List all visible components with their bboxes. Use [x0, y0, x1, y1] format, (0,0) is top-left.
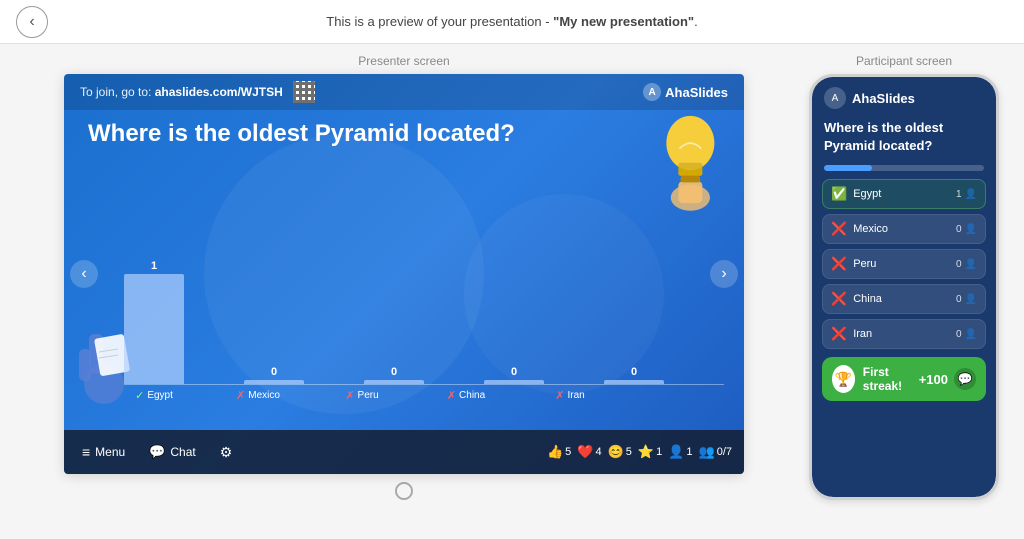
presentation-name: "My new presentation" — [553, 14, 694, 29]
bar-mexico: 0 — [244, 366, 304, 384]
wrong-icon-peru: ❌ — [831, 256, 847, 272]
phone-question: Where is the oldest Pyramid located? — [812, 115, 996, 165]
phone-logo-icon: A — [824, 87, 846, 109]
slide-controls: ≡ Menu 💬 Chat ⚙ 👍 — [64, 430, 744, 474]
presenter-label: Presenter screen — [358, 54, 449, 68]
x-icon-mexico: ✗ — [236, 389, 245, 402]
answer-china[interactable]: ❌ China 0 👤 — [822, 284, 986, 314]
controls-right: 👍 5 ❤️ 4 😊 5 ⭐ 1 — [547, 444, 732, 460]
answer-mexico[interactable]: ❌ Mexico 0 👤 — [822, 214, 986, 244]
label-china: ✗ China — [436, 389, 496, 402]
controls-left: ≡ Menu 💬 Chat ⚙ — [76, 440, 238, 465]
phone-mockup: A AhaSlides Where is the oldest Pyramid … — [809, 74, 999, 500]
join-text: To join, go to: ahaslides.com/WJTSH — [80, 85, 283, 99]
prev-slide-button[interactable]: ‹ — [70, 260, 98, 288]
join-info: To join, go to: ahaslides.com/WJTSH — [80, 81, 315, 103]
label-iran: ✗ Iran — [540, 389, 600, 402]
x-icon-china: ✗ — [447, 389, 456, 402]
preview-text: This is a preview of your presentation -… — [326, 14, 697, 29]
reaction-smile: 😊 5 — [608, 444, 632, 460]
correct-icon-egypt: ✅ — [831, 186, 847, 202]
slide-wrapper: To join, go to: ahaslides.com/WJTSH A Ah… — [64, 74, 744, 474]
people-icon-peru: 👤 — [965, 259, 977, 270]
bar-china: 0 — [484, 366, 544, 384]
label-egypt: ✓ Egypt — [124, 389, 184, 402]
slide-question: Where is the oldest Pyramid located? — [88, 118, 584, 149]
qr-code-icon — [293, 81, 315, 103]
streak-chat-icon[interactable]: 💬 — [954, 368, 976, 390]
streak-title: First streak! — [863, 365, 919, 393]
bar-egypt: 1 — [124, 260, 184, 384]
top-bar: ‹ This is a preview of your presentation… — [0, 0, 1024, 44]
x-icon-iran: ✗ — [555, 389, 564, 402]
chat-label: Chat — [170, 445, 195, 459]
participant-count: 👥 0/7 — [699, 444, 732, 460]
bar-peru: 0 — [364, 366, 424, 384]
settings-button[interactable]: ⚙ — [214, 440, 239, 465]
participant-label: Participant screen — [856, 54, 952, 68]
presenter-section: Presenter screen To join, go to: ahaslid… — [20, 54, 788, 500]
check-icon: ✓ — [135, 389, 144, 402]
group-icon: 👥 — [699, 444, 715, 460]
wrong-icon-china: ❌ — [831, 291, 847, 307]
phone-answers: ✅ Egypt 1 👤 ❌ Mexico — [812, 179, 996, 349]
chart-labels: ✓ Egypt ✗ Mexico ✗ Peru ✗ — [124, 385, 724, 402]
thumbsup-icon: 👍 — [547, 444, 563, 460]
slide-indicator — [395, 482, 413, 500]
bar-iran: 0 — [604, 366, 664, 384]
chart-bars: 1 0 0 0 — [124, 244, 724, 384]
phone-inner: A AhaSlides Where is the oldest Pyramid … — [812, 77, 996, 497]
star-icon: ⭐ — [638, 444, 654, 460]
menu-label: Menu — [95, 445, 125, 459]
wrong-icon-mexico: ❌ — [831, 221, 847, 237]
streak-points: +100 — [919, 372, 948, 387]
reaction-star: ⭐ 1 — [638, 444, 662, 460]
menu-button[interactable]: ≡ Menu — [76, 440, 131, 464]
slide-inner: To join, go to: ahaslides.com/WJTSH A Ah… — [64, 74, 744, 474]
answer-egypt[interactable]: ✅ Egypt 1 👤 — [822, 179, 986, 209]
logo-icon: A — [643, 83, 661, 101]
people-icon-china: 👤 — [965, 294, 977, 305]
people-icon-mexico: 👤 — [965, 224, 977, 235]
person-icon: 👤 — [668, 444, 684, 460]
smile-icon: 😊 — [608, 444, 624, 460]
chart-area: 1 0 0 0 — [124, 244, 724, 424]
chat-button[interactable]: 💬 Chat — [143, 440, 202, 464]
phone-logo-text: AhaSlides — [852, 91, 915, 106]
answer-peru[interactable]: ❌ Peru 0 👤 — [822, 249, 986, 279]
next-slide-button[interactable]: › — [710, 260, 738, 288]
label-mexico: ✗ Mexico — [228, 389, 288, 402]
answer-iran[interactable]: ❌ Iran 0 👤 — [822, 319, 986, 349]
people-icon-iran: 👤 — [965, 329, 977, 340]
phone-progress-fill — [824, 165, 872, 171]
back-button[interactable]: ‹ — [16, 6, 48, 38]
reaction-heart: ❤️ 4 — [577, 444, 601, 460]
heart-icon: ❤️ — [577, 444, 593, 460]
lightbulb-decoration — [624, 94, 724, 214]
settings-icon: ⚙ — [220, 444, 233, 461]
join-url: ahaslides.com/WJTSH — [155, 85, 283, 99]
label-peru: ✗ Peru — [332, 389, 392, 402]
chat-icon: 💬 — [149, 444, 165, 460]
reaction-thumbsup: 👍 5 — [547, 444, 571, 460]
ahaslides-logo: A AhaSlides — [643, 83, 728, 101]
main-content: Presenter screen To join, go to: ahaslid… — [0, 44, 1024, 539]
streak-banner: 🏆 First streak! +100 💬 — [822, 357, 986, 401]
hamburger-icon: ≡ — [82, 444, 90, 460]
slide-topbar: To join, go to: ahaslides.com/WJTSH A Ah… — [64, 74, 744, 110]
participant-section: Participant screen A AhaSlides Where is … — [804, 54, 1004, 500]
people-icon: 👤 — [965, 189, 977, 200]
wrong-icon-iran: ❌ — [831, 326, 847, 342]
phone-progress-bar — [824, 165, 984, 171]
x-icon-peru: ✗ — [345, 389, 354, 402]
streak-avatar: 🏆 — [832, 365, 855, 393]
reaction-person: 👤 1 — [668, 444, 692, 460]
phone-header: A AhaSlides — [812, 77, 996, 115]
preview-label: This is a preview of your presentation - — [326, 14, 553, 29]
